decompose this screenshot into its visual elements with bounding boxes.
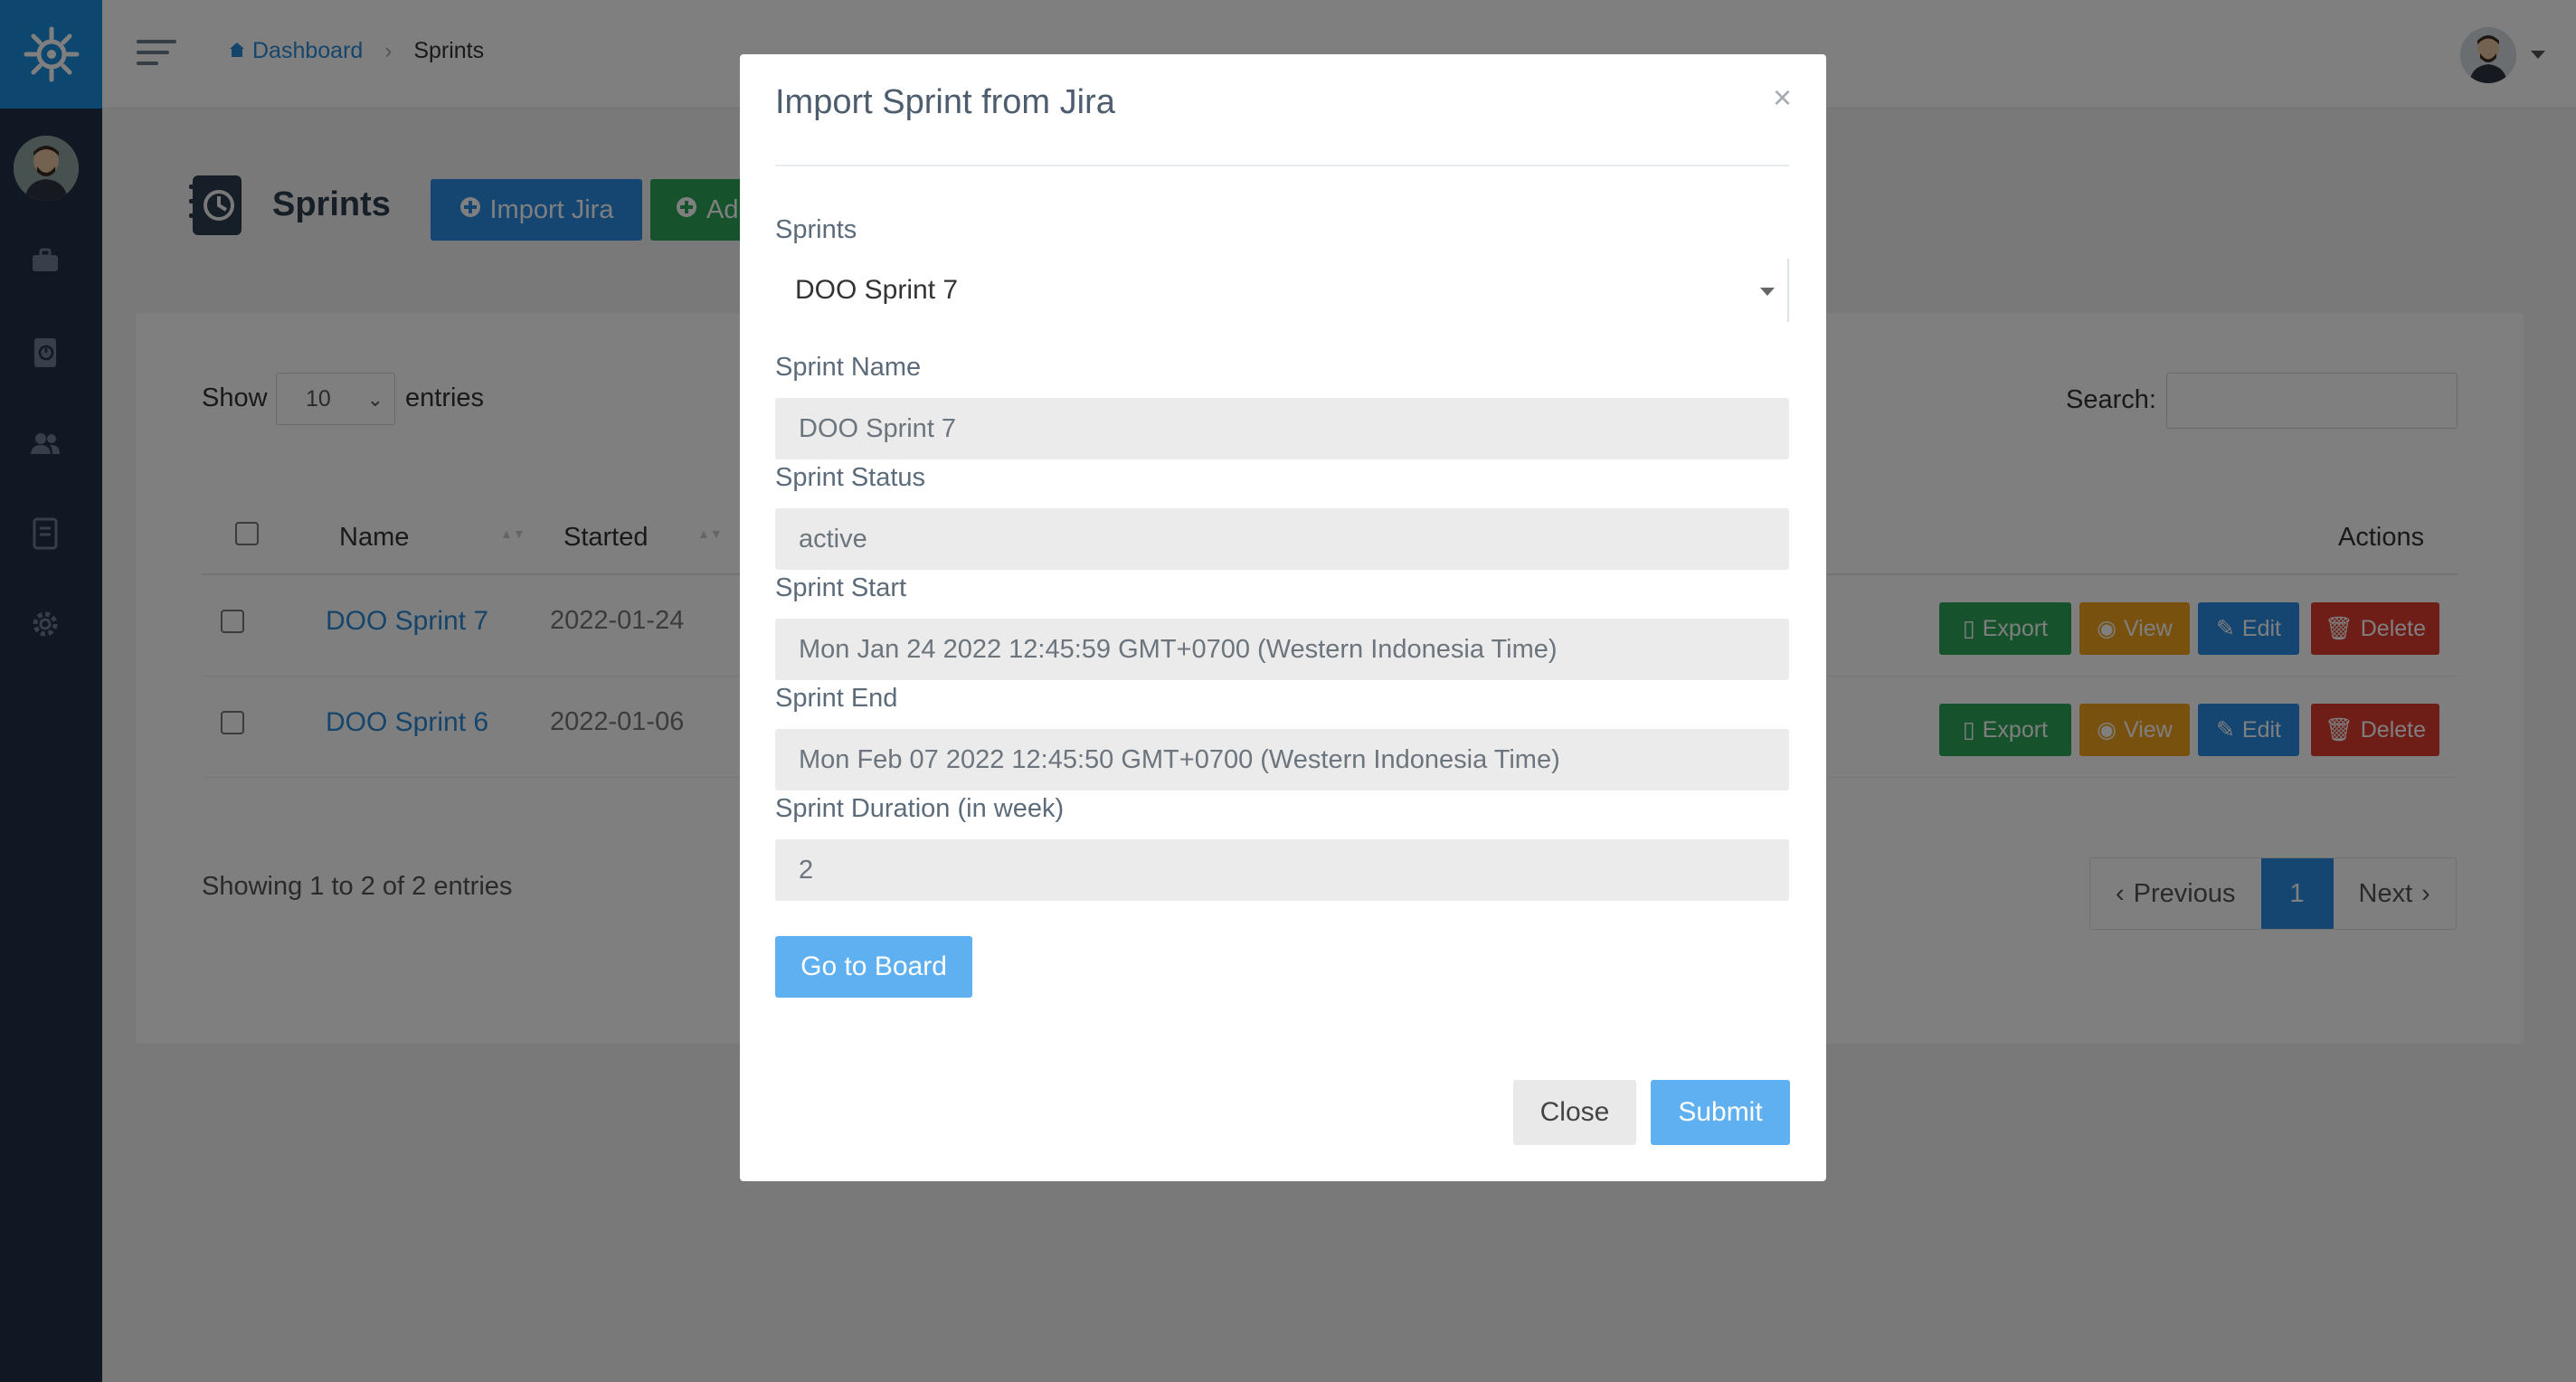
sprint-end-label: Sprint End xyxy=(775,684,898,713)
sprints-selected-value: DOO Sprint 7 xyxy=(795,275,959,305)
sprint-start-field[interactable]: Mon Jan 24 2022 12:45:59 GMT+0700 (Weste… xyxy=(775,619,1789,680)
close-icon[interactable]: × xyxy=(1773,81,1792,114)
submit-button[interactable]: Submit xyxy=(1651,1080,1790,1145)
sprint-name-label: Sprint Name xyxy=(775,353,922,382)
import-sprint-modal: Import Sprint from Jira × Sprints DOO Sp… xyxy=(740,54,1826,1181)
sprint-name-field[interactable]: DOO Sprint 7 xyxy=(775,398,1789,459)
chevron-down-icon xyxy=(1760,288,1775,296)
sprints-label: Sprints xyxy=(775,215,857,244)
sprint-status-label: Sprint Status xyxy=(775,463,926,492)
sprint-start-label: Sprint Start xyxy=(775,573,907,602)
go-to-board-button[interactable]: Go to Board xyxy=(775,936,972,998)
sprint-end-field[interactable]: Mon Feb 07 2022 12:45:50 GMT+0700 (Weste… xyxy=(775,729,1789,790)
close-button[interactable]: Close xyxy=(1513,1080,1636,1145)
modal-title: Import Sprint from Jira xyxy=(775,83,1115,121)
modal-divider xyxy=(775,165,1789,166)
sprint-status-field[interactable]: active xyxy=(775,508,1789,570)
sprint-duration-field[interactable]: 2 xyxy=(775,839,1789,901)
sprint-duration-label: Sprint Duration (in week) xyxy=(775,794,1065,823)
sprints-select[interactable]: DOO Sprint 7 xyxy=(775,259,1789,322)
